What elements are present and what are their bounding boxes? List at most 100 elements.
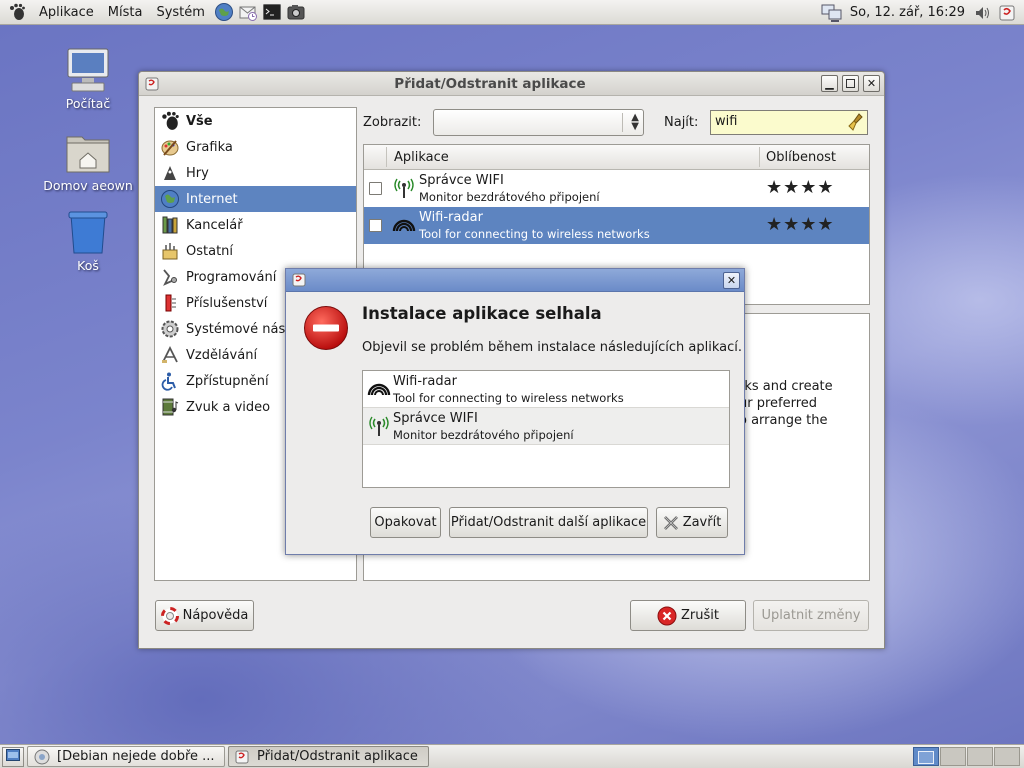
- category-item[interactable]: Grafika: [155, 134, 356, 160]
- mail-client-icon[interactable]: [237, 1, 259, 23]
- updown-arrow-icon: ▲ ▼: [631, 112, 639, 132]
- accessibility-icon: [159, 370, 181, 392]
- clock[interactable]: So, 12. zář, 16:29: [844, 5, 971, 20]
- workspace-3[interactable]: [967, 747, 993, 766]
- top-panel: Aplikace Místa Systém So, 12. zář, 16:29: [0, 0, 1024, 25]
- volume-icon[interactable]: [972, 2, 994, 24]
- window-titlebar[interactable]: Přidat/Odstranit aplikace ▁ ✕: [139, 72, 884, 96]
- application-row-selected[interactable]: Wifi-radar Tool for connecting to wirele…: [364, 207, 869, 244]
- category-label: Vzdělávání: [186, 347, 258, 363]
- taskbar-item[interactable]: [Debian nejede dobře ...: [27, 746, 225, 767]
- desktop-icon-label: Koš: [77, 258, 99, 273]
- desktop-computer[interactable]: Počítač: [42, 46, 134, 111]
- retry-button[interactable]: Opakovat: [370, 507, 441, 538]
- column-header-popularity[interactable]: Oblíbenost: [766, 150, 836, 165]
- workspace-1[interactable]: [913, 747, 939, 766]
- dialog-app-icon[interactable]: [292, 273, 306, 287]
- bottom-panel: [Debian nejede dobře ... Přidat/Odstrani…: [0, 744, 1024, 768]
- games-icon: [159, 162, 181, 184]
- application-row[interactable]: Správce WIFI Monitor bezdrátového připoj…: [364, 170, 869, 207]
- application-description: Monitor bezdrátového připojení: [419, 190, 600, 204]
- dialog-close-button[interactable]: ✕: [723, 272, 740, 289]
- category-item[interactable]: Kancelář: [155, 212, 356, 238]
- category-item[interactable]: Ostatní: [155, 238, 356, 264]
- show-label: Zobrazit:: [363, 115, 422, 130]
- wifi-radar-icon: [392, 213, 416, 237]
- find-label: Najít:: [664, 115, 699, 130]
- programming-icon: [159, 266, 181, 288]
- category-item[interactable]: Vše: [155, 108, 356, 134]
- failed-application-row[interactable]: Správce WIFI Monitor bezdrátového připoj…: [363, 408, 729, 445]
- workspace-switcher[interactable]: [912, 747, 1020, 766]
- cancel-icon: [657, 606, 677, 626]
- description-line: ur preferred: [739, 396, 818, 411]
- menu-places[interactable]: Místa: [101, 0, 150, 25]
- dialog-message: Objevil se problém během instalace násle…: [362, 340, 742, 355]
- lifebuoy-icon: [160, 606, 179, 625]
- taskbar-item-active[interactable]: Přidat/Odstranit aplikace: [228, 746, 429, 767]
- category-label: Vše: [186, 113, 213, 129]
- category-label: Příslušenství: [186, 295, 268, 311]
- wifi-antenna-icon: [392, 176, 416, 200]
- desktop-trash[interactable]: Koš: [42, 208, 134, 273]
- add-remove-task-icon: [235, 750, 249, 764]
- application-name: Wifi-radar: [419, 210, 483, 225]
- minimize-icon: ▁: [825, 77, 834, 90]
- show-desktop-icon: [6, 748, 20, 765]
- menu-system[interactable]: Systém: [149, 0, 211, 25]
- web-browser-icon[interactable]: [213, 1, 235, 23]
- application-description: Tool for connecting to wireless networks: [419, 227, 650, 241]
- description-line: o arrange the: [739, 413, 828, 428]
- workspace-4[interactable]: [994, 747, 1020, 766]
- failed-applications-list[interactable]: Wifi-radar Tool for connecting to wirele…: [362, 370, 730, 488]
- cancel-button[interactable]: Zrušit: [630, 600, 746, 631]
- popularity-stars: ★★★★: [766, 214, 835, 235]
- failed-application-row[interactable]: Wifi-radar Tool for connecting to wirele…: [363, 371, 729, 408]
- minimize-button[interactable]: ▁: [821, 75, 838, 92]
- cancel-button-label: Zrušit: [681, 608, 719, 623]
- show-combobox[interactable]: ▲ ▼: [433, 109, 644, 136]
- network-status-icon[interactable]: [821, 2, 843, 24]
- desktop-home[interactable]: Domov aeown: [42, 128, 134, 193]
- gnome-foot-icon[interactable]: [6, 1, 28, 23]
- add-remove-more-button[interactable]: Přidat/Odstranit další aplikace: [449, 507, 648, 538]
- apply-changes-button[interactable]: Uplatnit změny: [753, 600, 869, 631]
- application-name: Správce WIFI: [419, 173, 504, 188]
- column-separator: [386, 147, 387, 167]
- application-list-header: Aplikace Oblíbenost: [364, 145, 869, 170]
- close-dialog-button[interactable]: Zavřít: [656, 507, 728, 538]
- category-label: Programování: [186, 269, 277, 285]
- close-icon: ✕: [726, 274, 737, 287]
- category-label: Systémové nást: [186, 321, 291, 337]
- category-label: Ostatní: [186, 243, 234, 259]
- category-item[interactable]: Hry: [155, 160, 356, 186]
- window-title: Přidat/Odstranit aplikace: [394, 75, 586, 92]
- menu-applications[interactable]: Aplikace: [32, 0, 101, 25]
- category-item-selected[interactable]: Internet: [155, 186, 356, 212]
- search-input[interactable]: wifi: [710, 110, 868, 135]
- close-button[interactable]: ✕: [863, 75, 880, 92]
- description-text: rks and create ur preferred o arrange th…: [739, 378, 869, 429]
- help-button-label: Nápověda: [182, 608, 249, 623]
- install-checkbox[interactable]: [369, 219, 382, 232]
- maximize-button[interactable]: [842, 75, 859, 92]
- wifi-radar-icon: [367, 377, 391, 401]
- retry-button-label: Opakovat: [374, 515, 437, 530]
- application-name: Správce WIFI: [393, 411, 478, 426]
- show-desktop-button[interactable]: [2, 746, 24, 767]
- apply-button-label: Uplatnit změny: [761, 608, 861, 623]
- dialog-titlebar[interactable]: ✕: [286, 269, 744, 292]
- category-label: Kancelář: [186, 217, 243, 233]
- screenshot-icon[interactable]: [285, 1, 307, 23]
- install-checkbox[interactable]: [369, 182, 382, 195]
- window-app-icon[interactable]: [145, 77, 159, 91]
- taskbar-item-label: Přidat/Odstranit aplikace: [257, 749, 418, 764]
- clear-brush-icon[interactable]: [848, 113, 864, 135]
- terminal-icon[interactable]: [261, 1, 283, 23]
- column-header-application[interactable]: Aplikace: [394, 150, 449, 165]
- close-icon: ✕: [866, 77, 877, 90]
- graphics-icon: [159, 136, 181, 158]
- workspace-2[interactable]: [940, 747, 966, 766]
- update-notifier-icon[interactable]: [996, 2, 1018, 24]
- help-button[interactable]: Nápověda: [155, 600, 254, 631]
